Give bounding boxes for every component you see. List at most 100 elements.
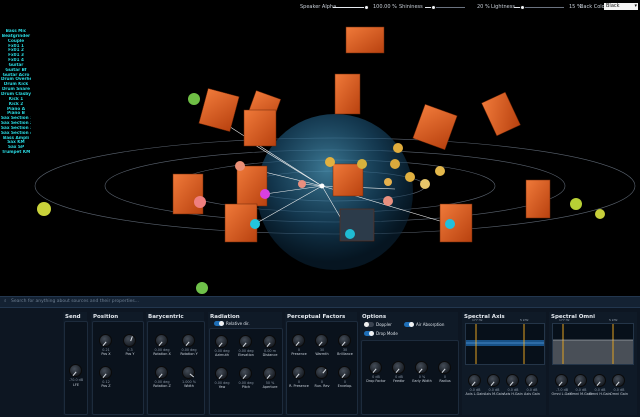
- yaw-knob[interactable]: [215, 367, 228, 380]
- pos-z-knob[interactable]: [99, 366, 112, 379]
- radius-label: Radius: [439, 379, 451, 383]
- rotation-x-label: Rotation X: [153, 352, 171, 356]
- speaker-icon: [332, 163, 364, 197]
- perceptual-panel: Perceptual Factors 0 Presence 30 Warmth 30 Br…: [285, 312, 358, 415]
- pos-y-label: Pos Y: [125, 352, 135, 356]
- drop-mode-toggle[interactable]: [364, 331, 374, 336]
- source-icon: [260, 189, 270, 199]
- source-icon: [196, 282, 208, 294]
- perceptual-subpanel: 0 Presence 30 Warmth 30 Brilliance 0 R. Presenc…: [286, 321, 358, 415]
- source-icon: [595, 209, 605, 219]
- source-icon: [384, 178, 392, 186]
- source-icon: [405, 172, 415, 182]
- source-icon: [188, 93, 200, 105]
- shininess-knob[interactable]: [431, 5, 436, 10]
- source-icon: [435, 166, 445, 176]
- brilliance-label: Brilliance: [337, 352, 353, 356]
- rotation-y-knob[interactable]: [182, 334, 195, 347]
- speaker-icon: [345, 26, 385, 54]
- lightness-knob[interactable]: [520, 5, 525, 10]
- position-subpanel: 0.21 Pos X 0.3 Pos Y 0.12 Pos Z: [92, 321, 144, 415]
- shininess-label: Shininess: [399, 4, 423, 10]
- brilliance-knob[interactable]: [338, 334, 351, 347]
- envelop-knob[interactable]: [338, 366, 351, 379]
- azimuth-knob[interactable]: [215, 335, 228, 348]
- speaker-icon: [236, 165, 268, 207]
- source-icon: [390, 159, 400, 169]
- speaker-icon: [334, 73, 361, 115]
- lfe-knob[interactable]: [69, 364, 82, 377]
- pitch-knob[interactable]: [239, 367, 252, 380]
- r-presence-knob[interactable]: [292, 366, 305, 379]
- source-icon: [393, 143, 403, 153]
- speaker-alpha-slider[interactable]: [333, 5, 369, 10]
- air-absorption-toggle[interactable]: [404, 322, 414, 327]
- back-color-label: Back Color: [580, 4, 607, 10]
- early-width-knob[interactable]: [415, 361, 428, 374]
- source-icon: [37, 202, 51, 216]
- omni-gain-knob[interactable]: [612, 374, 625, 387]
- speaker-alpha-knob[interactable]: [364, 5, 369, 10]
- pos-x-knob[interactable]: [99, 334, 112, 347]
- options-title: Options: [362, 314, 387, 320]
- shininess-slider[interactable]: [425, 5, 465, 10]
- axis-l-gain-knob[interactable]: [468, 374, 481, 387]
- speaker-icon: [412, 103, 458, 151]
- send-subpanel: -70.0 dB LFE: [64, 321, 88, 415]
- aperture-label: Aperture: [262, 385, 278, 389]
- properties-panel: ⌕ Search for anything about sources and …: [0, 296, 640, 417]
- lightness-label: Lightness: [491, 4, 515, 10]
- envelop-label: Envelop.: [337, 384, 353, 388]
- rotation-x-knob[interactable]: [155, 334, 168, 347]
- air-absorption-label: Air Absorption: [416, 322, 445, 327]
- search-bar[interactable]: ⌕ Search for anything about sources and …: [0, 296, 640, 308]
- pos-z-label: Pos Z: [101, 384, 111, 388]
- perceptual-title: Perceptual Factors: [287, 314, 346, 320]
- distance-knob[interactable]: [263, 335, 276, 348]
- run-rev-knob[interactable]: [315, 366, 328, 379]
- source-icon: [250, 219, 260, 229]
- lfe-value: -70.0 dB: [68, 378, 84, 382]
- aperture-knob[interactable]: [263, 367, 276, 380]
- back-color-select[interactable]: Black: [604, 3, 638, 10]
- rotation-z-label: Rotation Z: [153, 384, 171, 388]
- barycentric-subpanel: 0.00 deg Rotation X 0.00 deg Rotation Y 0.00…: [147, 321, 205, 415]
- relative-dir-toggle[interactable]: [214, 321, 224, 326]
- options-subpanel: 0 dB Drop Factor 0 dB Feedbr 0 % Early Width 0…: [361, 340, 459, 415]
- source-icon: [445, 219, 455, 229]
- feedbr-knob[interactable]: [392, 361, 405, 374]
- speaker-icon: [243, 109, 277, 147]
- drop-factor-knob[interactable]: [369, 361, 382, 374]
- source-icon: [235, 161, 245, 171]
- position-panel: Position 0.21 Pos X 0.3 Pos Y 0.12 Pos Z: [91, 312, 144, 415]
- source-icon: [298, 180, 306, 188]
- axis-m-gain-knob[interactable]: [487, 374, 500, 387]
- rotation-z-knob[interactable]: [155, 366, 168, 379]
- warmth-knob[interactable]: [315, 334, 328, 347]
- barycentric-panel: Barycentric 0.00 deg Rotation X 0.00 deg Ro…: [146, 312, 205, 415]
- omni-h-gain-knob[interactable]: [593, 374, 606, 387]
- send-title: Send: [65, 314, 81, 320]
- lightness-slider[interactable]: [514, 5, 564, 10]
- doppler-toggle[interactable]: [364, 322, 374, 327]
- radius-knob[interactable]: [438, 361, 451, 374]
- source-list-item[interactable]: Trumpet KM: [1, 150, 31, 155]
- rotation-y-label: Rotation Y: [180, 352, 198, 356]
- spectral-axis-panel: Spectral Axis 177 Hz 5 kHz 0.0 dB Axis L.…: [462, 312, 546, 415]
- pos-y-knob[interactable]: [123, 334, 136, 347]
- axis-gain-knob[interactable]: [525, 374, 538, 387]
- scene-canvas[interactable]: [0, 14, 640, 295]
- speaker-icon: [172, 173, 204, 215]
- omni-l-gain-knob[interactable]: [555, 374, 568, 387]
- 3d-viewport[interactable]: Bass Mic Beatgrinder Couple Fx01 1 Fx01 2 Fx0…: [0, 14, 640, 295]
- width-knob[interactable]: [182, 366, 195, 379]
- source-icon: [357, 159, 367, 169]
- axis-h-gain-knob[interactable]: [506, 374, 519, 387]
- speaker-icon: [525, 179, 551, 219]
- presence-knob[interactable]: [292, 334, 305, 347]
- top-toolbar: Speaker Alpha 100.00 % Shininess 20 % Li…: [0, 0, 640, 14]
- omni-m-gain-knob[interactable]: [574, 374, 587, 387]
- elevation-knob[interactable]: [239, 335, 252, 348]
- source-icon: [420, 179, 430, 189]
- search-input[interactable]: Search for anything about sources and th…: [11, 297, 139, 307]
